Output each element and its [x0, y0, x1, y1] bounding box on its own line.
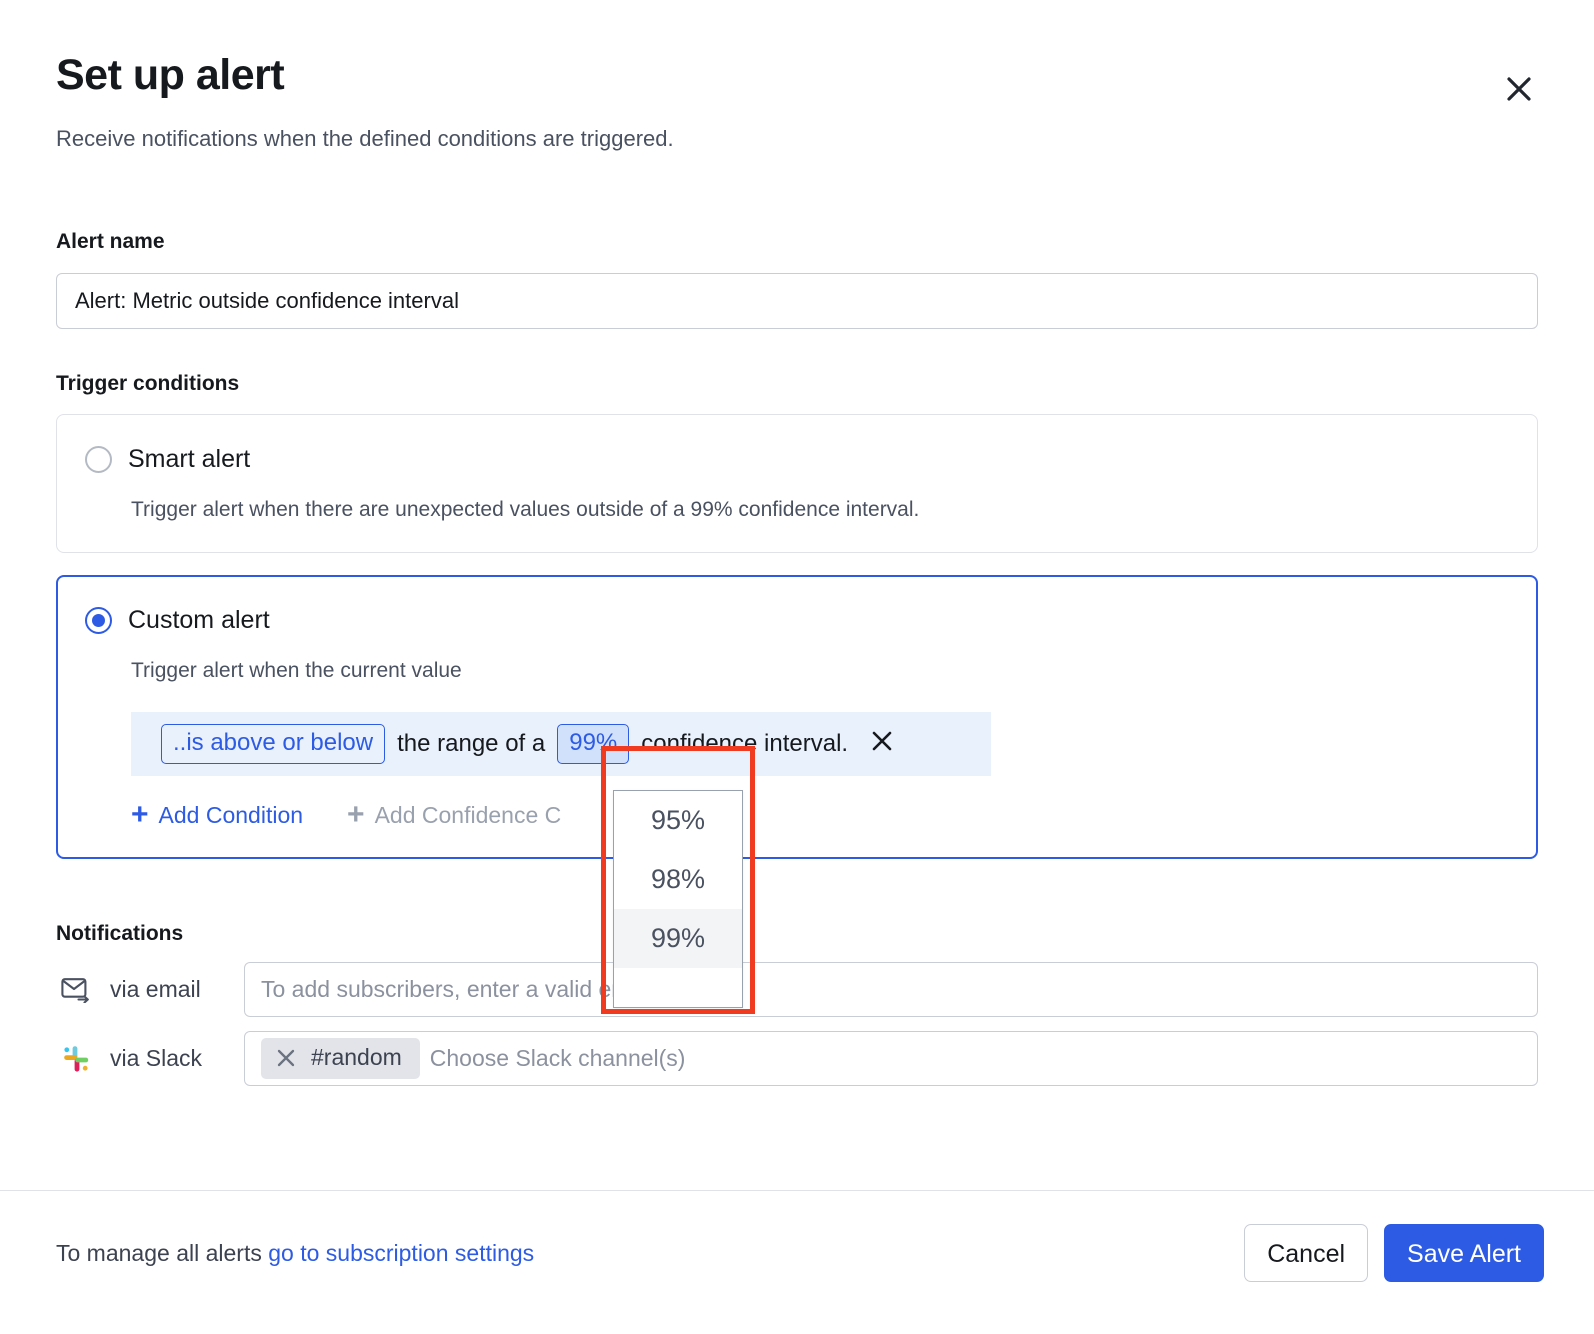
add-confidence-condition-button[interactable]: + Add Confidence C [347, 800, 561, 830]
slack-channel-name: #random [311, 1044, 402, 1071]
dropdown-option-95[interactable]: 95% [614, 791, 742, 850]
add-condition-label: Add Condition [159, 802, 304, 829]
smart-alert-radio[interactable] [85, 446, 112, 473]
slack-placeholder: Choose Slack channel(s) [430, 1045, 686, 1072]
custom-alert-label: Custom alert [128, 606, 270, 635]
confidence-level-select[interactable]: 99% [557, 724, 629, 764]
footer-divider [0, 1190, 1594, 1191]
notification-row-email: via email To add subscribers, enter a va… [56, 962, 1538, 1017]
footer-buttons: Cancel Save Alert [1244, 1224, 1544, 1282]
condition-operator-select[interactable]: ..is above or below [161, 724, 385, 764]
add-confidence-condition-label: Add Confidence C [375, 802, 562, 829]
trigger-conditions-section: Trigger conditions Smart alert Trigger a… [56, 372, 1538, 859]
email-placeholder: To add subscribers, enter a valid email [261, 976, 653, 1003]
confidence-level-dropdown[interactable]: 95% 98% 99% [613, 790, 743, 1008]
dialog-footer: To manage all alerts go to subscription … [56, 1224, 1544, 1282]
add-condition-button[interactable]: + Add Condition [131, 800, 303, 830]
custom-alert-option[interactable]: Custom alert Trigger alert when the curr… [56, 575, 1538, 859]
remove-condition-button[interactable] [870, 729, 894, 758]
alert-name-section: Alert name [56, 230, 1538, 329]
dialog-subtitle: Receive notifications when the defined c… [56, 125, 1538, 154]
save-alert-button[interactable]: Save Alert [1384, 1224, 1544, 1282]
alert-name-label: Alert name [56, 230, 1538, 254]
notification-row-slack: via Slack #random Choose Slack channel(s… [56, 1031, 1538, 1086]
notifications-section: Notifications via email To add subscribe… [56, 922, 1538, 1086]
condition-row: ..is above or below the range of a 99% c… [131, 712, 991, 776]
smart-alert-label: Smart alert [128, 445, 250, 474]
slack-channels-input[interactable]: #random Choose Slack channel(s) [244, 1031, 1538, 1086]
manage-alerts-text: To manage all alerts go to subscription … [56, 1240, 534, 1267]
smart-alert-option[interactable]: Smart alert Trigger alert when there are… [56, 414, 1538, 553]
notification-channel-label-email: via email [96, 976, 244, 1003]
condition-actions: + Add Condition + Add Confidence C [131, 800, 1509, 830]
notification-channel-label-slack: via Slack [96, 1045, 244, 1072]
condition-middle-text: the range of a [397, 730, 545, 758]
subscription-settings-link[interactable]: go to subscription settings [268, 1240, 534, 1266]
close-dialog-button[interactable] [1496, 66, 1542, 112]
cancel-button[interactable]: Cancel [1244, 1224, 1368, 1282]
slack-channel-chip[interactable]: #random [261, 1038, 420, 1079]
set-up-alert-dialog: Set up alert Receive notifications when … [0, 0, 1594, 1334]
page-title: Set up alert [56, 52, 1538, 99]
close-icon [1504, 74, 1534, 104]
close-icon [870, 729, 894, 758]
remove-chip-button[interactable] [275, 1047, 297, 1069]
smart-alert-description: Trigger alert when there are unexpected … [131, 496, 1509, 524]
trigger-conditions-label: Trigger conditions [56, 372, 1538, 396]
plus-icon: + [131, 800, 149, 830]
dialog-header: Set up alert Receive notifications when … [56, 52, 1538, 154]
alert-name-input[interactable] [56, 273, 1538, 329]
email-icon [56, 977, 96, 1003]
manage-alerts-label: To manage all alerts [56, 1240, 262, 1266]
condition-tail-text: confidence interval. [641, 730, 848, 758]
custom-alert-radio[interactable] [85, 607, 112, 634]
plus-icon: + [347, 800, 365, 830]
email-subscribers-input[interactable]: To add subscribers, enter a valid email [244, 962, 1538, 1017]
dropdown-option-98[interactable]: 98% [614, 850, 742, 909]
custom-alert-description: Trigger alert when the current value [131, 657, 1509, 685]
dropdown-option-99[interactable]: 99% [614, 909, 742, 968]
notifications-label: Notifications [56, 922, 1538, 946]
slack-icon [56, 1045, 96, 1073]
